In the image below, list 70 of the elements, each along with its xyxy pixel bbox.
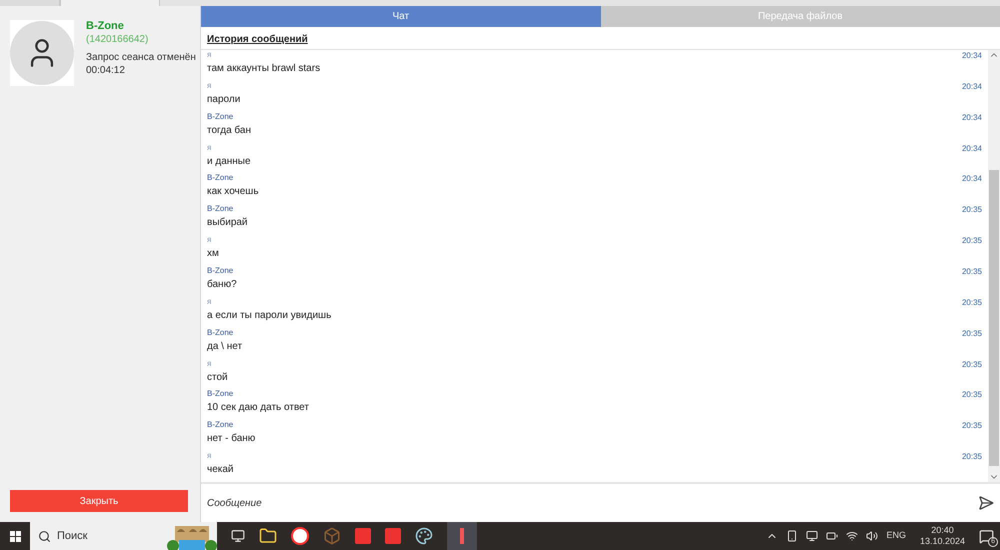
message-sender: я [207, 358, 212, 370]
tab[interactable]: Чат [201, 6, 600, 27]
message-time: 20:35 [962, 451, 982, 464]
message-time: 20:34 [962, 80, 982, 93]
message-sender: B-Zone [207, 266, 234, 278]
message-time: 20:34 [962, 50, 982, 62]
language-indicator[interactable]: ENG [886, 529, 906, 543]
session-status: Запрос сеанса отменён [86, 51, 196, 64]
message-time: 20:35 [962, 204, 982, 216]
volume-icon[interactable] [866, 530, 878, 542]
message-sender: B-Zone [207, 112, 234, 123]
message-sender: B-Zone [207, 328, 234, 339]
message-sender: B-Zone [207, 204, 234, 216]
message-sender: я [207, 50, 212, 61]
close-button[interactable]: Закрыть [10, 490, 188, 512]
message-text: а если ты пароли увидишь [207, 308, 332, 322]
notifications-icon[interactable] [979, 528, 994, 544]
message-sender: я [207, 142, 212, 154]
message-time: 20:34 [962, 142, 982, 155]
message-time: 20:35 [962, 389, 982, 402]
message-text: и данные [207, 154, 252, 168]
message-sender: я [207, 296, 212, 308]
message-time: 20:35 [962, 420, 982, 432]
message-text: как хочешь [207, 185, 260, 198]
message-time: 20:35 [962, 266, 982, 278]
search-placeholder: Поиск [57, 528, 88, 544]
message-text: нет - баню [207, 432, 256, 446]
message-field[interactable]: Сообщение [207, 496, 978, 510]
screen-icon[interactable] [806, 530, 818, 542]
clock-time[interactable]: 20:40 [931, 525, 954, 536]
message-text: выбирай [207, 216, 249, 230]
message-text: да \ нет [207, 340, 244, 353]
block-icon[interactable] [323, 527, 341, 545]
clock-date[interactable]: 13.10.2024 [920, 536, 965, 547]
scroll-thumb[interactable] [989, 170, 999, 466]
palette-icon[interactable] [415, 527, 433, 545]
search-icon [38, 530, 51, 542]
message-text: хм [207, 247, 220, 260]
message-sender: B-Zone [207, 389, 234, 400]
message-sender: я [207, 80, 212, 92]
message-time: 20:34 [962, 173, 982, 186]
contact-name: B-Zone [86, 20, 125, 33]
message-time: 20:34 [962, 112, 982, 124]
phone-icon[interactable] [786, 530, 798, 542]
message-text: пароли [207, 92, 242, 106]
message-sender: B-Zone [207, 420, 234, 432]
message-time: 20:35 [962, 296, 982, 309]
message-text: баню? [207, 278, 238, 292]
battery-icon[interactable] [826, 530, 838, 542]
search-field[interactable]: Поиск [30, 522, 167, 550]
message-sender: я [207, 451, 212, 462]
message-text: чекай [207, 463, 235, 476]
message-text: 10 сек даю дать ответ [207, 401, 310, 414]
browser-icon[interactable] [291, 527, 309, 545]
message-text: там аккаунты brawl stars [207, 62, 322, 75]
message-sender: B-Zone [207, 173, 234, 184]
app-icon[interactable] [447, 522, 477, 550]
session-duration: 00:04:12 [86, 64, 126, 77]
history-title: История сообщений [207, 33, 308, 47]
message-text: тогда бан [207, 124, 252, 137]
message-sender: я [207, 235, 212, 246]
message-time: 20:35 [962, 328, 982, 340]
task-view-icon[interactable] [231, 529, 245, 543]
send-icon[interactable] [978, 495, 994, 511]
message-time: 20:35 [962, 235, 982, 248]
folder-icon[interactable] [259, 527, 277, 545]
scrollbar[interactable] [988, 50, 1000, 482]
message-time: 20:35 [962, 358, 982, 371]
contact-id: (1420166642) [86, 33, 150, 46]
message-text: стой [207, 370, 229, 384]
